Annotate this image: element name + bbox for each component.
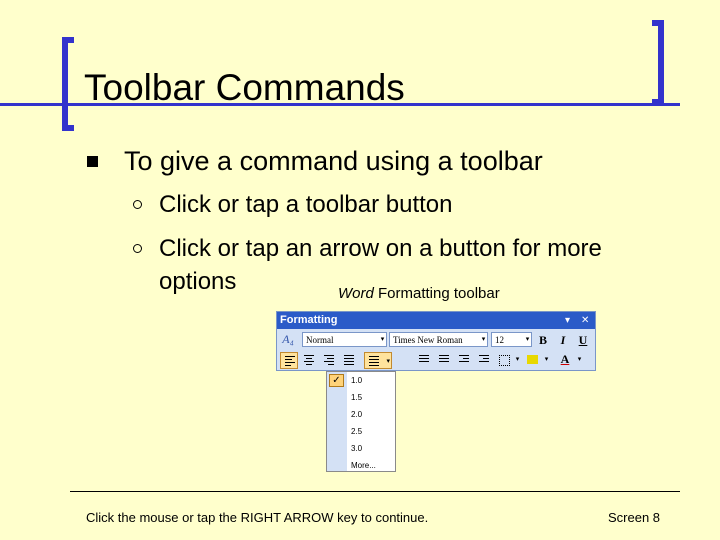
formatting-toolbar: Formatting ▾ ✕ A₄ Normal ▾ Times New Rom…: [276, 311, 596, 371]
screen-number: Screen 8: [608, 510, 661, 525]
page-title: Toolbar Commands: [84, 67, 405, 108]
menu-item-1-5[interactable]: 1.5: [351, 393, 362, 403]
line-spacing-menu: ✓ 1.0 1.5 2.0 2.5 3.0 More...: [326, 371, 396, 472]
line-spacing-button[interactable]: ▾: [364, 352, 392, 369]
justify-icon: [344, 355, 354, 367]
footer-instruction: Click the mouse or tap the RIGHT ARROW k…: [86, 510, 429, 525]
highlight-dropdown-arrow-icon[interactable]: ▾: [542, 352, 551, 367]
title-bracket-right: [652, 20, 664, 105]
toolbar-row-1: A₄ Normal ▾ Times New Roman ▾ 12 ▾ B I U: [277, 329, 595, 350]
line-spacing-icon: [369, 356, 379, 368]
footer-divider: [70, 491, 680, 492]
line-spacing-dropdown-arrow-icon[interactable]: ▾: [386, 353, 390, 370]
font-size-dropdown-arrow-icon[interactable]: ▾: [523, 332, 532, 347]
numbering-button[interactable]: [415, 352, 433, 369]
align-right-button[interactable]: [320, 352, 338, 369]
styles-and-formatting-icon[interactable]: A₄: [279, 331, 297, 348]
menu-item-1-0[interactable]: 1.0: [351, 376, 362, 386]
toolbar-titlebar: Formatting ▾ ✕: [277, 312, 595, 329]
align-left-button[interactable]: [280, 352, 298, 369]
sub-bullet-2-text: Click or tap an arrow on a button for mo…: [159, 235, 602, 262]
toolbar-close-icon[interactable]: ✕: [581, 312, 589, 329]
menu-item-3-0[interactable]: 3.0: [351, 444, 362, 454]
menu-item-2-5[interactable]: 2.5: [351, 427, 362, 437]
increase-indent-icon: [479, 355, 489, 364]
highlight-icon: [527, 355, 538, 364]
align-center-icon: [304, 355, 314, 367]
check-icon: ✓: [329, 374, 344, 387]
underline-button[interactable]: U: [574, 332, 592, 349]
sub-bullet-1-text: Click or tap a toolbar button: [159, 191, 453, 218]
menu-item-2-0[interactable]: 2.0: [351, 410, 362, 420]
align-left-icon: [285, 356, 295, 368]
toolbar-row-2: ▾ ▾ ▾ A ▾: [277, 350, 595, 371]
menu-item-more[interactable]: More...: [351, 461, 376, 471]
border-dropdown-arrow-icon[interactable]: ▾: [513, 352, 522, 367]
title-bracket-left: [62, 37, 74, 131]
font-box[interactable]: Times New Roman: [389, 332, 488, 347]
numbering-icon: [419, 355, 429, 364]
highlight-button[interactable]: [524, 352, 542, 369]
border-icon: [499, 355, 510, 366]
bullets-icon: [439, 355, 449, 364]
toolbar-title: Formatting: [280, 314, 338, 326]
bullet-square-icon: [87, 156, 98, 167]
center-button[interactable]: [300, 352, 318, 369]
font-color-button[interactable]: A: [556, 351, 574, 368]
font-color-dropdown-arrow-icon[interactable]: ▾: [575, 352, 584, 367]
italic-button[interactable]: I: [554, 332, 572, 349]
align-right-icon: [324, 355, 334, 367]
main-bullet-text: To give a command using a toolbar: [124, 146, 543, 176]
bold-button[interactable]: B: [534, 332, 552, 349]
caption-app-name: Word: [338, 285, 374, 302]
toolbar-options-arrow-icon[interactable]: ▾: [565, 312, 570, 329]
sub-bullet-2-text-cont: options: [159, 268, 237, 295]
increase-indent-button[interactable]: [475, 352, 493, 369]
outside-border-button[interactable]: [495, 352, 513, 369]
caption-rest: Formatting toolbar: [373, 285, 500, 302]
style-dropdown-arrow-icon[interactable]: ▾: [378, 332, 387, 347]
decrease-indent-icon: [459, 355, 469, 364]
decrease-indent-button[interactable]: [455, 352, 473, 369]
toolbar-caption: Word Formatting toolbar: [338, 285, 500, 302]
justify-button[interactable]: [340, 352, 358, 369]
sub-bullet-circle-icon: [133, 244, 142, 253]
bullets-button[interactable]: [435, 352, 453, 369]
font-dropdown-arrow-icon[interactable]: ▾: [479, 332, 488, 347]
style-box[interactable]: Normal: [302, 332, 387, 347]
sub-bullet-circle-icon: [133, 200, 142, 209]
